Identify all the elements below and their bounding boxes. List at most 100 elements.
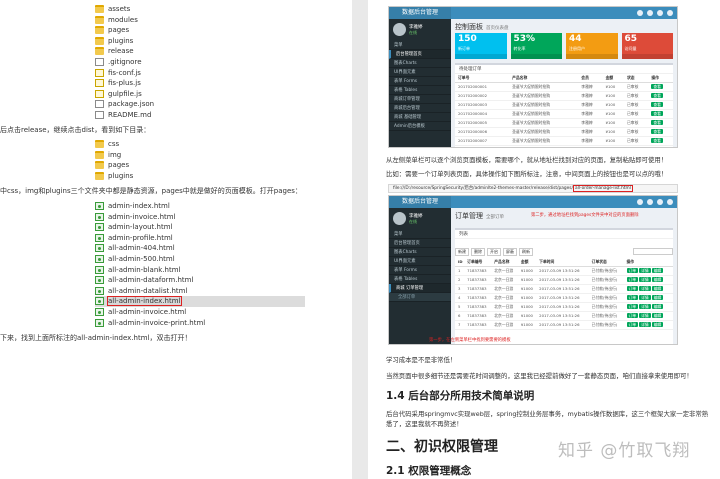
- sidebar-item[interactable]: 表单 Forms: [389, 77, 451, 86]
- view-button[interactable]: 查看: [651, 111, 663, 116]
- row-action-button[interactable]: 编辑: [651, 322, 664, 327]
- user-panel-2: 李雅婷 在线: [389, 208, 451, 230]
- table-cell: ¥1000: [517, 311, 537, 321]
- user-status: 在线: [409, 30, 417, 35]
- view-button[interactable]: 查看: [651, 93, 663, 98]
- row-action-button[interactable]: 编辑: [651, 304, 664, 309]
- stat-more-link[interactable]: [455, 54, 507, 59]
- stat-more-link[interactable]: [510, 54, 562, 59]
- sidebar-item[interactable]: 表单 Forms: [389, 266, 451, 275]
- sidebar-item[interactable]: 后台管理首页: [389, 239, 451, 248]
- table-cell: 圣诞节大促销限时抢购: [509, 118, 579, 128]
- sidebar-item[interactable]: 商城订单管理: [389, 95, 451, 104]
- search-input[interactable]: [633, 248, 673, 255]
- address-bar[interactable]: file:///D:/resource/SpringSecurity/后台/ad…: [388, 184, 678, 193]
- toolbar-button[interactable]: 屏蔽: [503, 248, 517, 256]
- folder-icon: [95, 150, 104, 159]
- toolbar-button[interactable]: 开启: [487, 248, 501, 256]
- table-row: 201702000005 圣诞节大促销限时抢购 李雅婷 ¥100 已审核 查看: [455, 118, 673, 128]
- view-button[interactable]: 查看: [651, 129, 663, 134]
- sidebar-item[interactable]: UI界面元素: [389, 257, 451, 266]
- row-action-button[interactable]: 详情: [639, 295, 651, 300]
- sidebar-item[interactable]: UI界面元素: [389, 68, 451, 77]
- paragraph-pages: 中css，img和plugins三个文件夹中都是静态资源，pages中就是做好的…: [0, 187, 302, 195]
- table-cell: 3: [455, 284, 465, 294]
- row-action-button[interactable]: 详情: [639, 268, 651, 273]
- page-title: 控制面板 首页仪表盘: [455, 22, 509, 32]
- stat-more-link[interactable]: [566, 54, 618, 59]
- user-avatar-icon[interactable]: [667, 199, 673, 205]
- row-action-button[interactable]: 详情: [639, 286, 651, 291]
- toolbar-button[interactable]: 新建: [455, 248, 469, 256]
- column-header: 会员: [578, 74, 603, 83]
- bell-icon[interactable]: [647, 10, 653, 16]
- brand-logo-2[interactable]: 数据后台管理: [389, 196, 451, 208]
- caption-low-cost: 学习成本是不是非常低！: [386, 356, 457, 364]
- row-action-button[interactable]: 订单: [626, 277, 639, 282]
- mail-icon[interactable]: [637, 10, 643, 16]
- user-avatar-icon[interactable]: [667, 10, 673, 16]
- sidebar-item[interactable]: Admin后台模板: [389, 122, 451, 131]
- row-action-button[interactable]: 订单: [626, 313, 639, 318]
- table-cell: 1: [455, 266, 465, 276]
- table-cell: ¥1000: [517, 320, 537, 330]
- row-action-button[interactable]: 详情: [639, 322, 651, 327]
- row-action-button[interactable]: 详情: [639, 304, 651, 309]
- top-navbar: 数据后台管理: [389, 7, 677, 19]
- sidebar-item[interactable]: 表格 Tables: [389, 86, 451, 95]
- row-action-button[interactable]: 订单: [626, 304, 639, 309]
- table-cell: 北京一日游: [491, 320, 518, 330]
- toolbar-button[interactable]: 删除: [471, 248, 485, 256]
- sidebar-item[interactable]: 图表Charts: [389, 59, 451, 68]
- mail-icon[interactable]: [637, 199, 643, 205]
- table-cell: 201702000008: [455, 145, 510, 147]
- sidebar-item[interactable]: 全部订单: [389, 293, 451, 302]
- sidebar-item[interactable]: 商城 基础管理: [389, 113, 451, 122]
- column-header: 产品名称: [491, 258, 518, 267]
- row-action-button[interactable]: 详情: [639, 277, 651, 282]
- sidebar-item[interactable]: 商城后台管理: [389, 104, 451, 113]
- file-name: fis-plus.js: [108, 79, 141, 88]
- tab-list[interactable]: 列表: [455, 230, 673, 239]
- view-button[interactable]: 查看: [651, 138, 663, 143]
- stat-value: 65: [624, 34, 638, 44]
- table-row: 5 71837383 北京一日游 ¥1000 2017-03-09 13:51:26 已付…: [455, 302, 673, 312]
- row-action-button[interactable]: 编辑: [651, 277, 664, 282]
- row-action-button[interactable]: 编辑: [651, 286, 664, 291]
- table-body-2: 1 71837383 北京一日游 ¥1000 2017-03-09 13:51:26 已付…: [455, 266, 673, 330]
- row-action-button[interactable]: 编辑: [651, 295, 664, 300]
- row-action-button[interactable]: 订单: [626, 268, 639, 273]
- js-file-icon: [95, 79, 104, 88]
- stat-box[interactable]: 150 新订单: [455, 33, 507, 59]
- stat-more-link[interactable]: [621, 54, 673, 59]
- row-action-button[interactable]: 订单: [626, 286, 639, 291]
- row-action-button[interactable]: 详情: [639, 313, 651, 318]
- row-action-button[interactable]: 编辑: [651, 313, 664, 318]
- file-name: assets: [108, 5, 131, 13]
- view-button[interactable]: 查看: [651, 147, 663, 148]
- sidebar-item[interactable]: 表格 Tables: [389, 275, 451, 284]
- flag-icon[interactable]: [657, 199, 663, 205]
- sidebar-item[interactable]: 图表Charts: [389, 248, 451, 257]
- brand-logo[interactable]: 数据后台管理: [389, 7, 451, 19]
- table-header-2: ID 订单编号 产品名称 金额 下单时间 订单状态 操作: [455, 258, 673, 267]
- table-cell: 已审核: [624, 91, 649, 101]
- toolbar-button[interactable]: 刷新: [519, 248, 533, 256]
- row-action-button[interactable]: 订单: [626, 322, 639, 327]
- html-file-icon: [95, 276, 104, 285]
- user-status: 在线: [409, 219, 417, 224]
- row-action-button[interactable]: 订单: [626, 295, 639, 300]
- orders-panel: 待处理订单 订单号 产品名称 会员 金额 状态 操作 201702000001 圣诞节大促销…: [455, 63, 673, 148]
- stat-box[interactable]: 53% 转化率: [510, 33, 562, 59]
- highlight-box: [107, 296, 182, 307]
- view-button[interactable]: 查看: [651, 120, 663, 125]
- bell-icon[interactable]: [647, 199, 653, 205]
- view-button[interactable]: 查看: [651, 102, 663, 107]
- stat-box[interactable]: 44 注册用户: [566, 33, 618, 59]
- row-action-button[interactable]: 编辑: [651, 268, 664, 273]
- view-button[interactable]: 查看: [651, 84, 663, 89]
- sidebar-item[interactable]: 后台管理首页: [389, 50, 451, 59]
- stat-box[interactable]: 65 访问量: [621, 33, 673, 59]
- flag-icon[interactable]: [657, 10, 663, 16]
- sidebar-item[interactable]: 商城 订单管理: [389, 284, 451, 293]
